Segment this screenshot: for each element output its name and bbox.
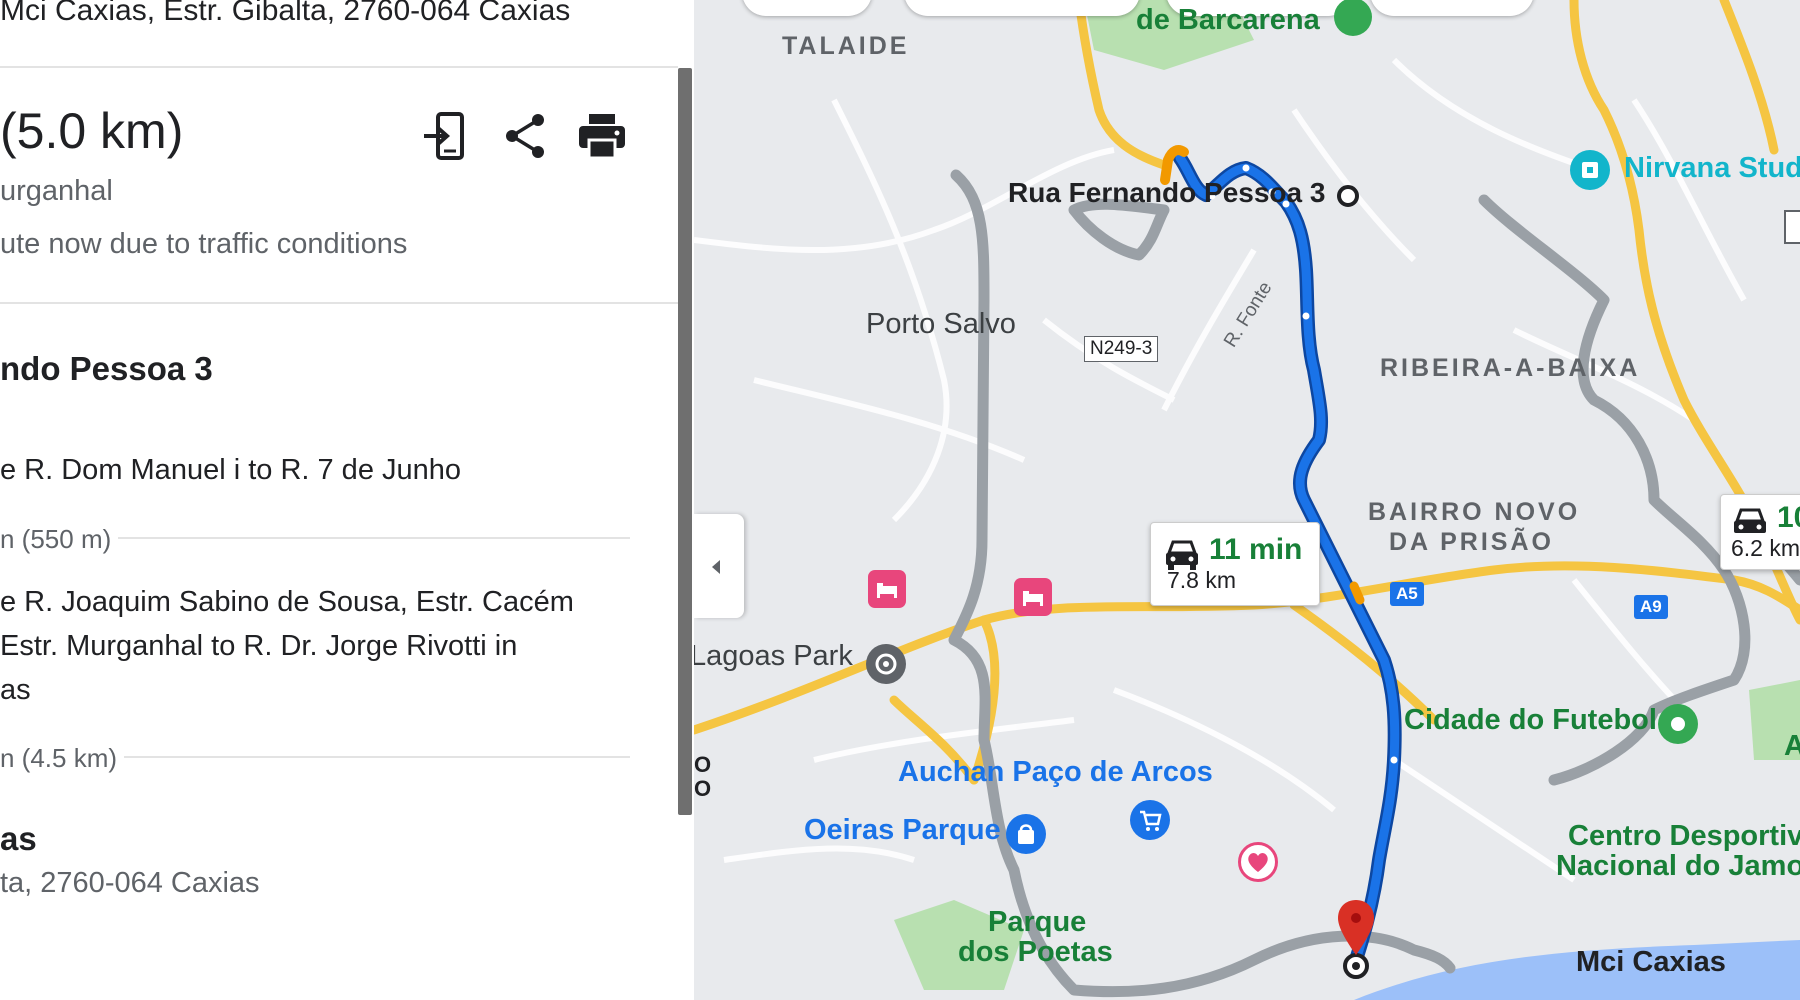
place-label-oeiras-parque: Oeiras Parque <box>804 814 1001 846</box>
map-edge-label-a: A <box>1784 730 1800 762</box>
destination-header-address: Mci Caxias, Estr. Gibalta, 2760-064 Caxi… <box>0 0 571 27</box>
place-label-nirvana: Nirvana Stud <box>1624 152 1800 184</box>
hotel-icon[interactable] <box>868 570 906 608</box>
place-label-barcarena: de Barcarena <box>1136 4 1320 36</box>
hotel-icon[interactable] <box>1014 578 1052 616</box>
heart-icon[interactable] <box>1238 842 1278 882</box>
highway-shield-a9: A9 <box>1634 595 1668 619</box>
chevron-left-icon <box>712 560 720 574</box>
shopping-cart-icon[interactable] <box>1130 800 1170 840</box>
car-icon <box>1734 508 1766 533</box>
place-label-porto-salvo: Porto Salvo <box>866 308 1016 340</box>
area-label-talaide: TALAIDE <box>782 32 910 60</box>
place-label-centro-line2: Nacional do Jamo <box>1556 850 1800 882</box>
edge-road-tag <box>1784 210 1800 244</box>
area-label-ribeira: RIBEIRA-A-BAIXA <box>1380 354 1641 382</box>
main-route-distance: 7.8 km <box>1167 567 1237 593</box>
shopping-icon[interactable] <box>1006 814 1046 854</box>
alt-route-info[interactable]: 10 6.2 km <box>1720 494 1800 570</box>
map-canvas[interactable]: TALAIDE de Barcarena Rua Fernando Pessoa… <box>694 0 1800 1000</box>
map-edge-label-o: O <box>694 776 712 801</box>
print-icon[interactable] <box>576 110 628 162</box>
area-label-bairro-line2: DA PRISÃO <box>1389 528 1554 556</box>
step-2-line-3[interactable]: as <box>0 668 31 712</box>
directions-panel: Mci Caxias, Estr. Gibalta, 2760-064 Caxi… <box>0 0 694 1000</box>
origin-title: ndo Pessoa 3 <box>0 350 213 387</box>
place-label-cidade-futebol: Cidade do Futebol <box>1404 704 1657 736</box>
step-2-line-2[interactable]: Estr. Murganhal to R. Dr. Jorge Rivotti … <box>0 624 517 668</box>
traffic-note: ute now due to traffic conditions <box>0 228 408 260</box>
main-route-info[interactable]: 11 min 7.8 km <box>1150 522 1320 606</box>
divider <box>0 66 678 68</box>
share-icon[interactable] <box>500 110 552 162</box>
place-label-parque-line2: dos Poetas <box>958 936 1113 968</box>
destination-label: Mci Caxias <box>1576 946 1726 978</box>
destination-address: ta, 2760-064 Caxias <box>0 867 260 899</box>
origin-marker <box>1337 185 1359 207</box>
destination-title: as <box>0 820 37 857</box>
road-tag-n249: N249-3 <box>1084 336 1159 362</box>
divider <box>0 302 678 304</box>
step-2-distance: n (4.5 km) <box>0 743 118 773</box>
highways <box>694 0 1800 785</box>
panel-scrollbar[interactable] <box>678 68 692 815</box>
route-via: urganhal <box>0 175 113 207</box>
route-distance: (5.0 km) <box>0 103 184 159</box>
alt-route-time: 10 <box>1777 501 1800 534</box>
alt-route-distance: 6.2 km <box>1731 535 1800 561</box>
car-icon <box>1166 540 1198 570</box>
step-1-text[interactable]: e R. Dom Manuel i to R. 7 de Junho <box>0 448 461 492</box>
main-route-time: 11 min <box>1209 533 1303 566</box>
traffic-segment <box>1349 581 1365 605</box>
collapse-panel-button[interactable] <box>694 514 744 618</box>
place-label-centro-line1: Centro Desportivo <box>1568 820 1800 852</box>
send-to-phone-icon[interactable] <box>420 110 472 162</box>
map-edge-label-o: O <box>694 752 712 777</box>
place-label-lagoas-park: Lagoas Park <box>694 640 853 672</box>
step-1-distance: n (550 m) <box>0 524 112 554</box>
step-2-line-1[interactable]: e R. Joaquim Sabino de Sousa, Estr. Cacé… <box>0 580 574 624</box>
step-divider <box>124 756 630 758</box>
sports-icon[interactable] <box>1658 704 1698 744</box>
map-filter-chip[interactable] <box>904 0 1140 16</box>
attraction-icon[interactable] <box>1570 150 1610 190</box>
origin-label: Rua Fernando Pessoa 3 <box>1008 177 1326 208</box>
place-label-parque-line1: Parque <box>988 906 1087 938</box>
highway-shield-a5: A5 <box>1390 582 1424 606</box>
place-label-auchan: Auchan Paço de Arcos <box>898 756 1213 788</box>
map-filter-chip[interactable] <box>742 0 872 16</box>
place-icon[interactable] <box>866 644 906 684</box>
step-divider <box>118 537 630 539</box>
map-filter-chip[interactable] <box>1370 0 1534 16</box>
area-label-bairro-line1: BAIRRO NOVO <box>1368 498 1581 526</box>
